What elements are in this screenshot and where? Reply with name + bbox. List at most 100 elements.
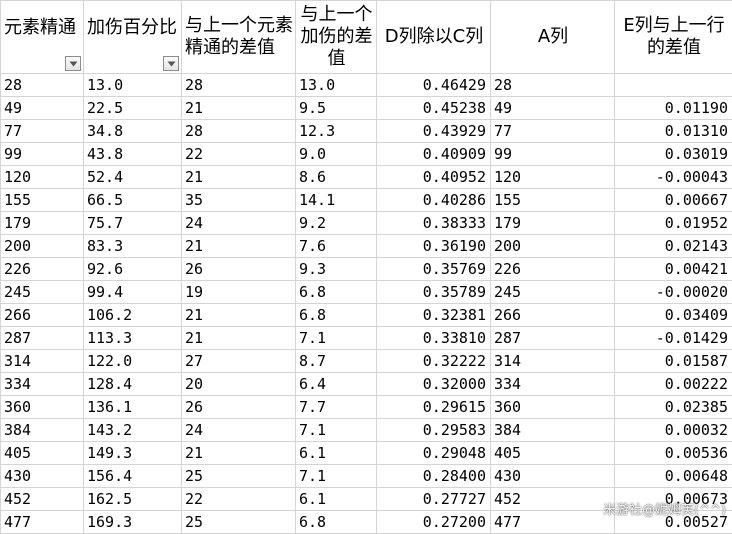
table-cell[interactable]: 21 [182, 442, 296, 465]
table-cell[interactable]: 266 [1, 304, 84, 327]
table-cell[interactable]: 0.29615 [377, 396, 491, 419]
table-cell[interactable]: 24 [182, 212, 296, 235]
table-cell[interactable]: 0.28400 [377, 465, 491, 488]
table-cell[interactable]: 0.00032 [615, 419, 732, 442]
table-cell[interactable]: 28 [182, 120, 296, 143]
table-cell[interactable]: 0.43929 [377, 120, 491, 143]
table-cell[interactable]: 99.4 [84, 281, 182, 304]
table-cell[interactable]: 245 [1, 281, 84, 304]
table-cell[interactable]: 477 [1, 511, 84, 534]
table-cell[interactable]: 26 [182, 396, 296, 419]
table-cell[interactable]: -0.01429 [615, 327, 732, 350]
table-cell[interactable]: 0.27200 [377, 511, 491, 534]
table-cell[interactable]: 120 [1, 166, 84, 189]
table-cell[interactable]: 0.01587 [615, 350, 732, 373]
table-cell[interactable]: 26 [182, 258, 296, 281]
table-cell[interactable]: 35 [182, 189, 296, 212]
table-cell[interactable]: 360 [1, 396, 84, 419]
table-cell[interactable]: 0.29583 [377, 419, 491, 442]
table-cell[interactable]: 43.8 [84, 143, 182, 166]
table-cell[interactable]: 13.0 [296, 74, 377, 97]
table-cell[interactable]: 430 [491, 465, 615, 488]
table-cell[interactable]: 25 [182, 465, 296, 488]
table-cell[interactable]: 136.1 [84, 396, 182, 419]
table-cell[interactable]: 7.1 [296, 465, 377, 488]
table-cell[interactable]: 83.3 [84, 235, 182, 258]
table-cell[interactable]: 6.8 [296, 281, 377, 304]
table-cell[interactable]: 22 [182, 488, 296, 511]
table-cell[interactable]: 334 [1, 373, 84, 396]
table-cell[interactable]: 28 [491, 74, 615, 97]
column-header-3[interactable]: 与上一个加伤的差值 [296, 1, 377, 74]
table-cell[interactable]: 7.7 [296, 396, 377, 419]
table-cell[interactable]: 27 [182, 350, 296, 373]
table-cell[interactable]: 477 [491, 511, 615, 534]
table-cell[interactable]: 6.4 [296, 373, 377, 396]
table-cell[interactable]: 0.03019 [615, 143, 732, 166]
table-cell[interactable]: 0.33810 [377, 327, 491, 350]
table-cell[interactable]: 0.27727 [377, 488, 491, 511]
column-header-6[interactable]: E列与上一行的差值 [615, 1, 732, 74]
table-cell[interactable]: 266 [491, 304, 615, 327]
table-cell[interactable]: 430 [1, 465, 84, 488]
table-cell[interactable]: 0.03409 [615, 304, 732, 327]
table-cell[interactable]: 9.3 [296, 258, 377, 281]
table-cell[interactable]: 200 [491, 235, 615, 258]
table-cell[interactable]: 452 [1, 488, 84, 511]
table-cell[interactable]: 13.0 [84, 74, 182, 97]
table-cell[interactable]: 245 [491, 281, 615, 304]
table-cell[interactable]: 66.5 [84, 189, 182, 212]
table-cell[interactable]: 99 [491, 143, 615, 166]
column-header-4[interactable]: D列除以C列 [377, 1, 491, 74]
column-header-2[interactable]: 与上一个元素精通的差值 [182, 1, 296, 74]
table-cell[interactable]: 28 [182, 74, 296, 97]
table-cell[interactable]: 52.4 [84, 166, 182, 189]
table-cell[interactable]: 21 [182, 166, 296, 189]
table-cell[interactable]: 7.1 [296, 327, 377, 350]
table-cell[interactable]: 0.32381 [377, 304, 491, 327]
table-cell[interactable] [615, 74, 732, 97]
table-cell[interactable]: -0.00020 [615, 281, 732, 304]
table-cell[interactable]: 0.01190 [615, 97, 732, 120]
table-cell[interactable]: 287 [1, 327, 84, 350]
filter-dropdown-button[interactable] [163, 56, 179, 71]
table-cell[interactable]: 120 [491, 166, 615, 189]
table-cell[interactable]: 8.7 [296, 350, 377, 373]
table-cell[interactable]: 75.7 [84, 212, 182, 235]
table-cell[interactable]: 0.00421 [615, 258, 732, 281]
table-cell[interactable]: 7.6 [296, 235, 377, 258]
table-cell[interactable]: 0.40286 [377, 189, 491, 212]
table-cell[interactable]: 0.00648 [615, 465, 732, 488]
table-cell[interactable]: 99 [1, 143, 84, 166]
table-cell[interactable]: 0.36190 [377, 235, 491, 258]
table-cell[interactable]: 0.40952 [377, 166, 491, 189]
table-cell[interactable]: 179 [491, 212, 615, 235]
table-cell[interactable]: 22.5 [84, 97, 182, 120]
table-cell[interactable]: 128.4 [84, 373, 182, 396]
table-cell[interactable]: 0.01952 [615, 212, 732, 235]
table-cell[interactable]: 8.6 [296, 166, 377, 189]
table-cell[interactable]: 7.1 [296, 419, 377, 442]
table-cell[interactable]: 122.0 [84, 350, 182, 373]
table-cell[interactable]: 6.1 [296, 442, 377, 465]
table-cell[interactable]: 6.8 [296, 304, 377, 327]
table-cell[interactable]: 9.5 [296, 97, 377, 120]
table-cell[interactable]: 334 [491, 373, 615, 396]
table-cell[interactable]: 0.02143 [615, 235, 732, 258]
table-cell[interactable]: 12.3 [296, 120, 377, 143]
table-cell[interactable]: 0.00667 [615, 189, 732, 212]
table-cell[interactable]: 28 [1, 74, 84, 97]
table-cell[interactable]: 0.35789 [377, 281, 491, 304]
table-cell[interactable]: 0.40909 [377, 143, 491, 166]
table-cell[interactable]: 384 [1, 419, 84, 442]
table-cell[interactable]: 14.1 [296, 189, 377, 212]
table-cell[interactable]: 0.00222 [615, 373, 732, 396]
filter-dropdown-button[interactable] [65, 56, 81, 71]
table-cell[interactable]: 0.00536 [615, 442, 732, 465]
table-cell[interactable]: 200 [1, 235, 84, 258]
table-cell[interactable]: 169.3 [84, 511, 182, 534]
table-cell[interactable]: 149.3 [84, 442, 182, 465]
table-cell[interactable]: 156.4 [84, 465, 182, 488]
column-header-5[interactable]: A列 [491, 1, 615, 74]
table-cell[interactable]: 0.46429 [377, 74, 491, 97]
